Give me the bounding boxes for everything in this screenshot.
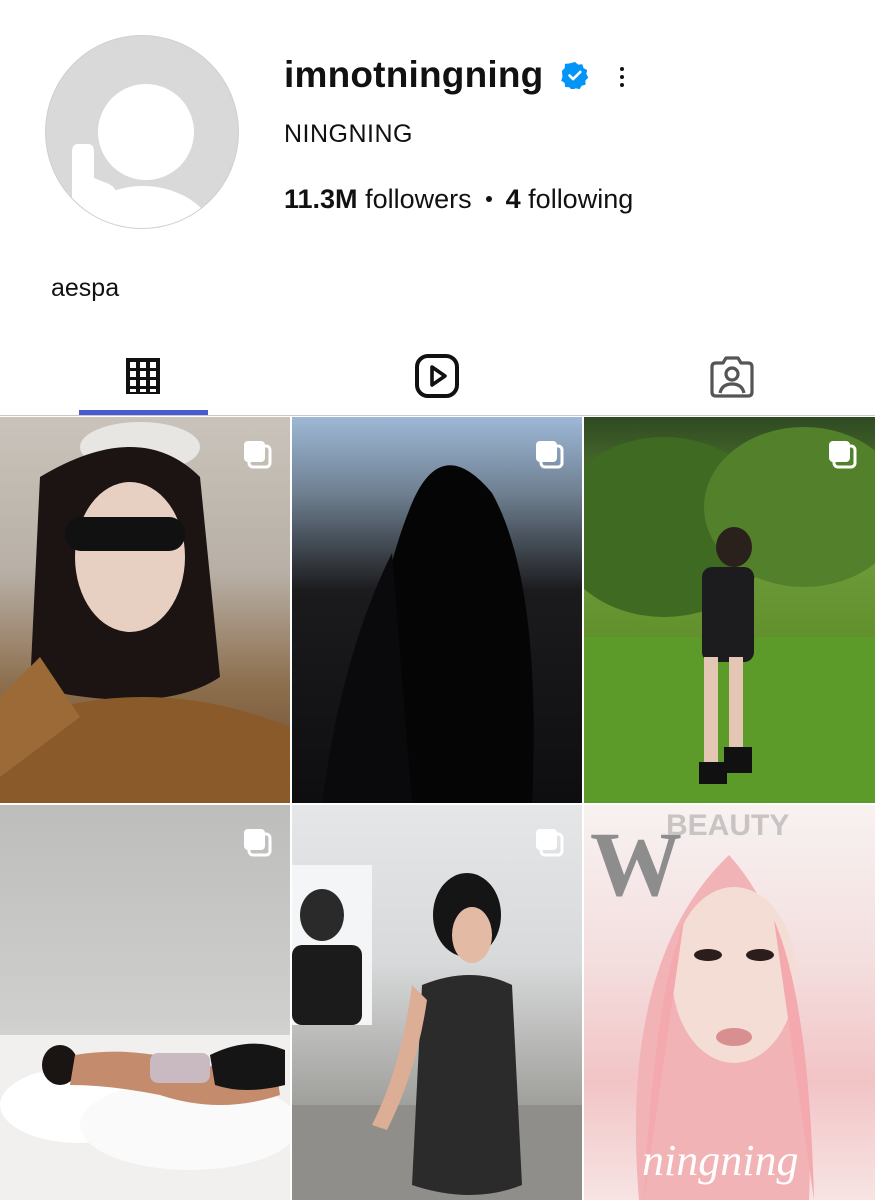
more-dot-icon (620, 67, 624, 71)
followers-count: 11.3M (284, 184, 358, 214)
tagged-icon (710, 356, 754, 398)
tab-tagged[interactable] (652, 336, 812, 416)
post-image (322, 465, 534, 803)
post-thumbnail[interactable]: W BEAUTY ningning (584, 805, 875, 1200)
separator-dot (485, 196, 492, 202)
profile-stats: 11.3M followers 4 following (284, 182, 633, 216)
following-link[interactable]: 4 following (506, 182, 634, 216)
post-thumbnail[interactable] (292, 417, 582, 803)
multiple-photos-icon (244, 441, 272, 469)
post-thumbnail[interactable] (0, 417, 290, 803)
post-thumbnail[interactable] (584, 417, 875, 803)
tab-reels[interactable] (357, 336, 517, 416)
post-image (0, 422, 290, 803)
posts-grid: W BEAUTY ningning (0, 417, 875, 1200)
hand-gesture-icon (59, 144, 118, 224)
post-image: W BEAUTY ningning (590, 809, 814, 1200)
following-label: following (528, 184, 634, 214)
following-count: 4 (505, 184, 521, 214)
selected-tab-indicator (79, 410, 208, 415)
multiple-photos-icon (244, 829, 272, 857)
post-thumbnail[interactable] (0, 805, 290, 1200)
verified-badge-icon (561, 62, 589, 89)
profile-tabs (0, 336, 875, 416)
post-thumbnail[interactable] (292, 805, 582, 1200)
followers-label: followers (365, 184, 472, 214)
cover-caption: ningning (642, 1136, 798, 1185)
profile-username: imnotningning (284, 54, 544, 95)
post-image (584, 427, 875, 803)
grid-icon (126, 358, 160, 394)
magazine-section-label: BEAUTY (666, 809, 789, 842)
profile-avatar[interactable] (45, 35, 239, 229)
more-dot-icon (620, 83, 624, 87)
post-image (0, 1035, 290, 1200)
tab-posts-grid[interactable] (63, 336, 223, 416)
more-dot-icon (620, 75, 624, 79)
multiple-photos-icon (536, 829, 564, 857)
reels-icon (415, 354, 459, 398)
profile-full-name: NINGNING (284, 120, 413, 148)
multiple-photos-icon (829, 441, 857, 469)
post-image (292, 865, 582, 1200)
profile-bio: aespa (51, 274, 120, 302)
followers-link[interactable]: 11.3M followers (284, 182, 472, 216)
multiple-photos-icon (536, 441, 564, 469)
more-options-button[interactable] (610, 62, 634, 92)
